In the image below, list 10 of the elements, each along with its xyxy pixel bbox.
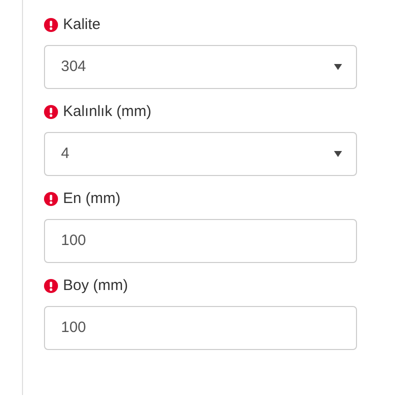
caret-icon bbox=[334, 151, 342, 157]
select-dropdown[interactable]: 4 bbox=[44, 132, 357, 176]
select-dropdown[interactable]: 304 bbox=[44, 45, 357, 89]
input-field[interactable]: 100 bbox=[44, 219, 357, 263]
field-label: En (mm) bbox=[63, 188, 120, 209]
field-label: Kalınlık (mm) bbox=[63, 102, 152, 122]
field-label: Kalite bbox=[63, 14, 101, 35]
field-label: Boy (mm) bbox=[63, 276, 128, 296]
caret-icon bbox=[334, 64, 342, 70]
input-field[interactable]: 100 bbox=[44, 306, 357, 350]
